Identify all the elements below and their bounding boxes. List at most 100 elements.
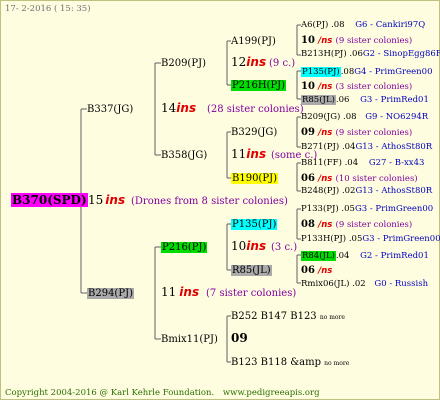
g4-4[interactable]: B209(JG) .08 G9 - NO6294R [301,111,428,124]
g3-4-inbreeding: 08 /ns (9 sister colonies) [301,218,412,232]
g2c-ins: ins [246,239,267,253]
g4-8-id: P133(PJ) [301,204,339,214]
g3-0-note: (9 sister colonies) [335,36,413,46]
g3-2-ins: /ns [318,128,333,138]
g2a-queen[interactable]: B209(PJ) [161,57,206,70]
g4-8[interactable]: P133(PJ) .05G3 - PrimGreen00 [301,203,433,216]
g2a-gen: 12 [231,55,247,69]
pedigree-panel: 17- 2-2016 ( 15: 35) Copyright 2004-2016… [0,0,440,400]
g4-0[interactable]: A6(PJ) .08 G6 - Cankiri97Q [301,19,425,32]
g1a-note: (28 sister colonies) [207,104,304,115]
g2c-gen: 10 [231,239,247,253]
g3-3-id: B190(PJ) [231,173,278,184]
g4-1[interactable]: B213H(PJ) .06G2 - SinopEgg86R [301,48,440,61]
g4-8-tag: G3 - PrimGreen00 [354,204,434,214]
g4-1-tag: G2 - SinopEgg86R [362,49,440,59]
g4-2-tag: G4 - PrimGreen00 [354,67,433,77]
root-queen[interactable]: B370(SPD) [11,193,88,207]
g3-3-inbreeding: 06 /ns (10 sister colonies) [301,172,418,186]
g4-7-val: .02 [341,186,356,196]
g4-6[interactable]: B811(FF) .04 G27 - B-xx43 [301,157,424,170]
g1a-queen[interactable]: B337(JG) [87,103,133,116]
g3-1-gen: 10 [301,81,315,92]
g4-10-tag: G2 - PrimRed01 [360,251,429,261]
g3-5-queen[interactable]: R85(JL) [231,264,272,277]
g3-4-id: P135(PJ) [231,219,278,230]
g1b-ins: ins [179,285,200,299]
g4-5[interactable]: B271(PJ) .04G13 - AthosSt80R [301,141,432,154]
g4-4-tag: G9 - NO6294R [365,112,429,122]
g1b-queen[interactable]: B294(PJ) [87,287,134,300]
root-gen: 15 [88,193,104,207]
g3-3-queen[interactable]: B190(PJ) [231,172,278,185]
g4-11[interactable]: Rmix06(JL) .02 G0 - Russish [301,278,428,291]
g4-7-tag: G13 - AthosSt80R [355,186,433,196]
g4-10-val: .04 [335,251,350,261]
g3-0-queen[interactable]: A199(PJ) [231,35,276,48]
g3-2-gen: 09 [301,127,315,138]
g1b-note: (7 sister colonies) [206,288,297,299]
g2b-id: B358(JG) [161,150,208,161]
g2c-note: (3 c.) [271,242,298,253]
g2b-ins: ins [246,147,267,161]
g4-3-val: .06 [335,95,350,105]
g4-9-id: P133H(PJ) [301,234,347,244]
g4-7[interactable]: B248(PJ) .02G13 - AthosSt80R [301,185,432,198]
g3-6-queen[interactable]: B252 B147 B123 no more [231,310,345,324]
g2a-inbreeding: 12ins [231,56,266,69]
g1a-gen: 14 [161,101,177,115]
g4-9-val: .05 [348,234,363,244]
g3-4-gen: 08 [301,219,315,230]
g3-4-queen[interactable]: P135(PJ) [231,218,278,231]
root-ins: ins [105,193,126,207]
g4-1-val: .06 [349,49,363,59]
g4-5-tag: G13 - AthosSt80R [355,142,433,152]
g3-5-id: R85(JL) [231,265,272,276]
g2c-inbreeding: 10ins [231,240,266,253]
g3-7-id: B123 B118 &amp [231,357,321,368]
g3-3-gen: 06 [301,173,315,184]
g1a-ins: ins [176,101,197,115]
g4-2-id: P135(PJ) [301,67,341,77]
g3-2-queen[interactable]: B329(JG) [231,126,277,139]
g1a-id: B337(JG) [87,104,134,115]
g4-0-tag: G6 - Cankiri97Q [355,20,426,30]
g4-3[interactable]: R85(JL).06 G3 - PrimRed01 [301,94,429,107]
g4-2[interactable]: P135(PJ).08G4 - PrimGreen00 [301,66,432,79]
g3-7-queen[interactable]: B123 B118 &amp no more [231,356,349,370]
g4-9[interactable]: P133H(PJ) .05G3 - PrimGreen00 [301,233,440,246]
g4-10[interactable]: R84(JL).04 G2 - PrimRed01 [301,250,429,263]
g4-4-id: B209(JG) [301,112,341,122]
g2d-id: Bmix11(PJ) [161,334,218,345]
g4-7-id: B248(PJ) [301,186,340,196]
g3-2-id: B329(JG) [231,127,278,138]
g3-6-id: B252 B147 B123 [231,311,317,322]
g3-3-ins: /ns [318,174,333,184]
g2c-queen[interactable]: P216(PJ) [161,241,208,254]
g4-8-val: .05 [341,204,355,214]
g3-3-note: (10 sister colonies) [335,174,418,184]
g3-5-inbreeding: 06 /ns [301,264,332,278]
g2a-ins: ins [246,55,267,69]
g3-1-queen[interactable]: P216H(PJ) [231,79,287,92]
g4-1-id: B213H(PJ) [301,49,347,59]
root-id: B370(SPD) [11,193,88,207]
g3-1-id: P216H(PJ) [231,80,287,91]
g3-2-inbreeding: 09 /ns (9 sister colonies) [301,126,412,140]
g4-9-tag: G3 - PrimGreen00 [362,234,440,244]
g2b-gen: 11 [231,147,247,161]
g3-0-inbreeding: 10 /ns (9 sister colonies) [301,34,412,48]
g1b-gen: 11 [161,285,177,299]
g4-6-val: .04 [344,158,359,168]
g4-6-id: B811(FF) [301,158,342,168]
g2a-id: B209(PJ) [161,58,206,69]
print-date: 17- 2-2016 ( 15: 35) [5,4,91,14]
copyright-text: Copyright 2004-2016 @ Karl Kehrle Founda… [5,388,215,398]
site-link[interactable]: www.pedigreeapis.org [223,388,320,398]
g4-5-val: .04 [341,142,356,152]
g4-10-id: R84(JL) [301,251,336,261]
g3-0-gen: 10 [301,35,315,46]
g2b-queen[interactable]: B358(JG) [161,149,207,162]
g2d-queen[interactable]: Bmix11(PJ) [161,333,218,346]
g1b-id: B294(PJ) [87,288,134,299]
